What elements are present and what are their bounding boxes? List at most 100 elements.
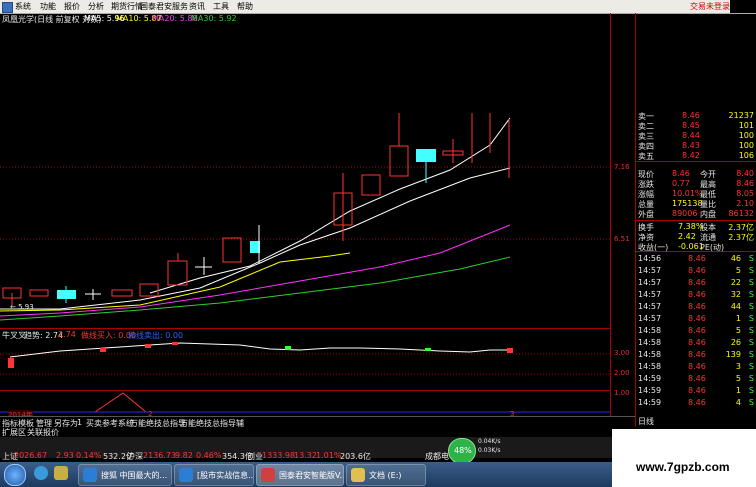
timeline-strip: 2014年 2 3 <box>0 390 610 420</box>
tick-time: 14:58 <box>638 362 662 371</box>
taskbar-button-label: 国泰君安智能版V... <box>279 471 344 480</box>
app-icon <box>2 2 13 13</box>
tick-price: 8.46 <box>688 350 706 359</box>
trade-login-status[interactable]: 交易未登录 <box>690 1 730 12</box>
sz-change: 9.82 <box>175 451 193 460</box>
tick-side: S <box>748 386 754 395</box>
timeline-plot <box>0 392 610 413</box>
taskbar: 搜狐 中国最大的... [股市实战信息... 国泰君安智能版V... 文档 (E… <box>0 462 612 487</box>
sell-level-row: 卖四 8.43 100 <box>636 141 756 151</box>
tick-volume: 22 <box>730 278 741 287</box>
tick-volume: 4 <box>735 398 741 407</box>
quote-stat-row: 现价 8.46 今开 8.40 <box>636 169 756 179</box>
tick-row: 14:57 8.46 22 S <box>636 278 756 288</box>
quote-panel: 日线 卖一 8.46 21237 卖二 8.45 101 卖三 8.44 100 卖四 8.43 10… <box>635 13 756 429</box>
taskbar-button-documents[interactable]: 文档 (E:) <box>346 464 426 486</box>
tick-volume: 3 <box>735 362 741 371</box>
tick-side: S <box>748 362 754 371</box>
taskbar-button-gtja[interactable]: 国泰君安智能版V... <box>256 464 344 486</box>
quote-stat-row: 外盘 89006 内盘 86132 <box>636 209 756 219</box>
quote-stat-row: 收益(一) -0.061 PE(动) <box>636 242 756 252</box>
tick-price: 8.46 <box>688 278 706 287</box>
start-button[interactable] <box>4 464 26 486</box>
tick-time: 14:58 <box>638 338 662 347</box>
menu-bar: 系统 功能 报价 分析 期货行情 国泰君安服务 资讯 工具 帮助 交易未登录 <box>0 0 756 14</box>
candle-up <box>29 289 49 297</box>
menu-item-news[interactable]: 资讯 <box>189 1 205 12</box>
sell-level-volume: 100 <box>738 141 754 150</box>
tick-time: 14:56 <box>638 254 662 263</box>
tick-time: 14:57 <box>638 266 662 275</box>
menu-item-futures[interactable]: 期货行情 <box>111 1 143 12</box>
menu-item-help[interactable]: 帮助 <box>237 1 253 12</box>
tick-time: 14:57 <box>638 290 662 299</box>
tick-time: 14:57 <box>638 278 662 287</box>
cy-amount: 203.6亿 <box>340 452 371 461</box>
ie-icon <box>179 468 193 482</box>
tick-side: S <box>748 266 754 275</box>
quote-stat-row: 涨跌 0.77 最高 8.46 <box>636 179 756 189</box>
tick-row: 14:59 8.46 4 S <box>636 398 756 408</box>
quote-stat-row: 净资 2.42 流通 2.37亿 <box>636 232 756 242</box>
menu-item-quote[interactable]: 报价 <box>64 1 80 12</box>
signal-bar <box>285 346 291 350</box>
tick-volume: 46 <box>730 254 741 263</box>
tick-volume: 1 <box>735 314 741 323</box>
quote-stat-row: 换手 7.38% 股本 2.37亿 <box>636 222 756 232</box>
tick-price: 8.46 <box>688 374 706 383</box>
tick-side: S <box>748 326 754 335</box>
taskbar-button-sohu[interactable]: 搜狐 中国最大的... <box>78 464 172 486</box>
tick-time: 14:58 <box>638 350 662 359</box>
tick-side: S <box>748 278 754 287</box>
menu-item-analysis[interactable]: 分析 <box>88 1 104 12</box>
signal-bar <box>172 342 178 345</box>
axis-tick: 1.00 <box>614 389 630 397</box>
menu-item-gtja-service[interactable]: 国泰君安服务 <box>140 1 188 12</box>
axis-tick: 2.00 <box>614 369 630 377</box>
pinned-app-icon[interactable] <box>54 466 68 480</box>
sell-level-volume: 100 <box>738 131 754 140</box>
signal-bar <box>425 348 431 351</box>
stat-label: PE(动) <box>700 243 725 252</box>
tick-price: 8.46 <box>688 398 706 407</box>
axis-tick: 7.16 <box>614 163 630 171</box>
stat-value: 8.05 <box>736 189 754 198</box>
cy-change: 13.32 <box>294 451 317 460</box>
tick-price: 8.46 <box>688 302 706 311</box>
quote-stat-row: 总量 175138 量比 2.10 <box>636 199 756 209</box>
tick-row: 14:59 8.46 5 S <box>636 374 756 384</box>
tick-side: S <box>748 290 754 299</box>
network-gauge[interactable]: 48% <box>448 438 476 464</box>
tick-row: 14:56 8.46 46 S <box>636 254 756 264</box>
sell-level-price: 8.45 <box>682 121 700 130</box>
network-percent: 48% <box>454 446 472 455</box>
stat-value: 8.46 <box>736 179 754 188</box>
tick-time: 14:59 <box>638 398 662 407</box>
tick-row: 14:57 8.46 44 S <box>636 302 756 312</box>
stat-value: 86132 <box>728 209 754 218</box>
sh-pct: 0.14% <box>76 451 102 460</box>
tick-time: 14:59 <box>638 374 662 383</box>
axis-tick: 6.51 <box>614 235 630 243</box>
cy-label: 创业 <box>247 452 263 461</box>
menu-item-tools[interactable]: 工具 <box>213 1 229 12</box>
candlestick-chart[interactable]: 凤凰光学(日线 前复权 对数) MA5: 5.96 MA10: 5.87 MA2… <box>0 13 610 329</box>
tick-row: 14:59 8.46 1 S <box>636 386 756 396</box>
pinned-app-icon[interactable] <box>34 466 48 480</box>
tab-one[interactable]: 1 <box>77 418 82 427</box>
menu-item-function[interactable]: 功能 <box>40 1 56 12</box>
menu-item-system[interactable]: 系统 <box>15 1 31 12</box>
daily-tab[interactable]: 日线 <box>638 416 654 427</box>
indicator-chart[interactable]: 牛叉叉 趋势: 2.74 2.74 做线买入: 0.00 做线卖出: 0.00 <box>0 330 610 391</box>
stat-value: 8.46 <box>672 169 690 178</box>
tick-row: 14:57 8.46 32 S <box>636 290 756 300</box>
network-up-speed: 0.04K/s <box>478 438 501 445</box>
tick-price: 8.46 <box>688 386 706 395</box>
sz-index: 2136.73 <box>143 451 177 460</box>
taskbar-button-stock-info[interactable]: [股市实战信息... <box>174 464 254 486</box>
tick-side: S <box>748 302 754 311</box>
candle-up <box>139 283 159 297</box>
sell-level-row: 卖一 8.46 21237 <box>636 111 756 121</box>
sh-change: 2.93 <box>56 451 74 460</box>
tick-volume: 5 <box>735 326 741 335</box>
